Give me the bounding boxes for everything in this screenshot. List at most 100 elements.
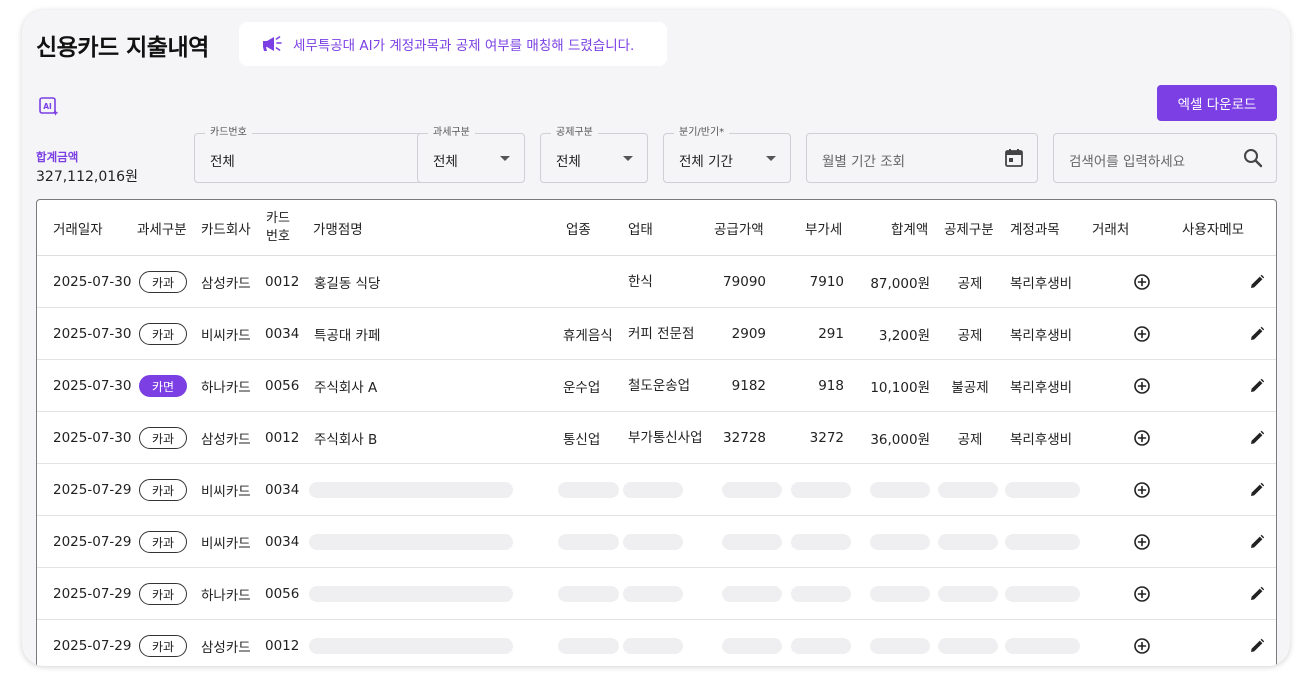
skeleton-industry [558,482,619,498]
cell-vat: 918 [818,378,844,394]
skeleton-account [1005,586,1080,602]
skeleton-vat [791,482,851,498]
skeleton-total [870,534,930,550]
cell-account: 복리후생비 [1010,328,1073,344]
skeleton-supply [722,586,782,602]
table-row[interactable]: 2025-07-30 카과 비씨카드 0034 특공대 카페 휴게음식 커피 전문점 2909… [37,308,1276,360]
cell-business: 철도운송업 [628,378,691,394]
header-memo[interactable]: 사용자메모 [1182,200,1244,256]
cell-business: 한식 [628,274,653,290]
table-header: 거래일자 과세구분 카드회사 카드 번호 가맹점명 업종 업태 공급가액 부가세… [37,200,1276,256]
monthly-period-input[interactable]: 월별 기간 조회 [806,133,1038,183]
add-circle-icon[interactable] [1131,308,1153,360]
pencil-icon[interactable] [1247,568,1267,620]
skeleton-business [623,586,683,602]
header-deduction[interactable]: 공제구분 [944,200,994,256]
add-circle-icon[interactable] [1131,568,1153,620]
cell-supply: 79090 [723,274,766,290]
cell-account: 복리후생비 [1010,380,1073,396]
calendar-icon[interactable] [1003,147,1025,169]
skeleton-vat [791,586,851,602]
cell-industry: 통신업 [563,432,601,448]
tax-type-badge: 카과 [139,635,187,657]
skeleton-business [623,482,683,498]
cell-vat: 291 [818,326,844,342]
add-circle-icon[interactable] [1131,412,1153,464]
add-circle-icon[interactable] [1131,464,1153,516]
pencil-icon[interactable] [1247,516,1267,568]
pencil-icon[interactable] [1247,256,1267,308]
header-supply[interactable]: 공급가액 [714,200,764,256]
add-circle-icon[interactable] [1131,620,1153,666]
cell-deduction: 공제 [957,432,983,448]
table-row[interactable]: 2025-07-30 카면 하나카드 0056 주식회사 A 운수업 철도운송업 9182 91… [37,360,1276,412]
chevron-down-icon [766,156,776,161]
header-card-company[interactable]: 카드회사 [201,200,251,256]
cell-business: 부가통신사업 [628,430,703,446]
header-total[interactable]: 합계액 [891,200,928,256]
add-circle-icon[interactable] [1131,516,1153,568]
header-date[interactable]: 거래일자 [53,200,103,256]
skeleton-total [870,482,930,498]
cell-deduction: 공제 [957,276,983,292]
header-vat[interactable]: 부가세 [805,200,842,256]
cell-card-number: 0012 [265,274,300,290]
expense-table: 거래일자 과세구분 카드회사 카드 번호 가맹점명 업종 업태 공급가액 부가세… [36,199,1277,666]
cell-industry: 운수업 [563,380,601,396]
period-select[interactable]: 분기/반기* 전체 기간 [663,126,791,183]
skeleton-vat [791,534,851,550]
deduction-type-label: 공제구분 [551,126,598,140]
cell-card-company: 하나카드 [201,380,251,396]
header-industry[interactable]: 업종 [566,200,591,256]
tax-type-badge: 카과 [139,583,187,605]
cell-date: 2025-07-30 [53,378,132,394]
search-icon[interactable] [1242,147,1264,169]
pencil-icon[interactable] [1247,412,1267,464]
table-row[interactable]: 2025-07-29 카과 삼성카드 0012 [37,620,1276,666]
tax-type-badge: 카면 [139,375,187,397]
ai-notice-banner: 세무특공대 AI가 계정과목과 공제 여부를 매칭해 드렸습니다. [239,22,667,66]
cell-supply: 2909 [731,326,766,342]
total-amount-label: 합계금액 [36,150,79,164]
header-card-number[interactable]: 카드 번호 [266,200,290,256]
header-card-number-line1: 카드 [266,211,290,226]
skeleton-supply [722,482,782,498]
table-row[interactable]: 2025-07-29 카과 하나카드 0056 [37,568,1276,620]
add-circle-icon[interactable] [1131,256,1153,308]
header-merchant[interactable]: 가맹점명 [313,200,363,256]
add-circle-icon[interactable] [1131,360,1153,412]
pencil-icon[interactable] [1247,464,1267,516]
pencil-icon[interactable] [1247,360,1267,412]
cell-card-company: 삼성카드 [201,640,251,656]
skeleton-supply [722,534,782,550]
header-vendor[interactable]: 거래처 [1092,200,1129,256]
card-number-select[interactable]: 카드번호 전체 [194,126,430,183]
table-row[interactable]: 2025-07-30 카과 삼성카드 0012 주식회사 B 통신업 부가통신사업 32728… [37,412,1276,464]
cell-vat: 3272 [809,430,844,446]
header-tax-type[interactable]: 과세구분 [137,200,187,256]
deduction-type-select[interactable]: 공제구분 전체 [540,126,648,183]
search-input[interactable]: 검색어를 입력하세요 [1053,133,1277,183]
excel-download-button[interactable]: 엑셀 다운로드 [1157,85,1277,121]
skeleton-merchant [309,482,513,498]
tax-type-select[interactable]: 과세구분 전체 [417,126,525,183]
header-account[interactable]: 계정과목 [1010,200,1060,256]
skeleton-merchant [309,534,513,550]
header-business[interactable]: 업태 [628,200,653,256]
pencil-icon[interactable] [1247,308,1267,360]
table-row[interactable]: 2025-07-29 카과 비씨카드 0034 [37,516,1276,568]
svg-text:AI: AI [43,102,52,111]
cell-account: 복리후생비 [1010,432,1073,448]
cell-card-company: 비씨카드 [201,536,251,552]
table-row[interactable]: 2025-07-30 카과 삼성카드 0012 홍길동 식당 한식 79090 7910 87,… [37,256,1276,308]
pencil-icon[interactable] [1247,620,1267,666]
cell-card-number: 0056 [265,378,300,394]
cell-merchant: 주식회사 A [314,380,378,396]
cell-deduction: 공제 [957,328,983,344]
ai-image-icon[interactable]: AI [38,96,60,118]
cell-date: 2025-07-29 [53,638,132,654]
header-card-number-line2: 번호 [266,229,290,244]
cell-supply: 9182 [731,378,766,394]
skeleton-industry [558,586,619,602]
table-row[interactable]: 2025-07-29 카과 비씨카드 0034 [37,464,1276,516]
